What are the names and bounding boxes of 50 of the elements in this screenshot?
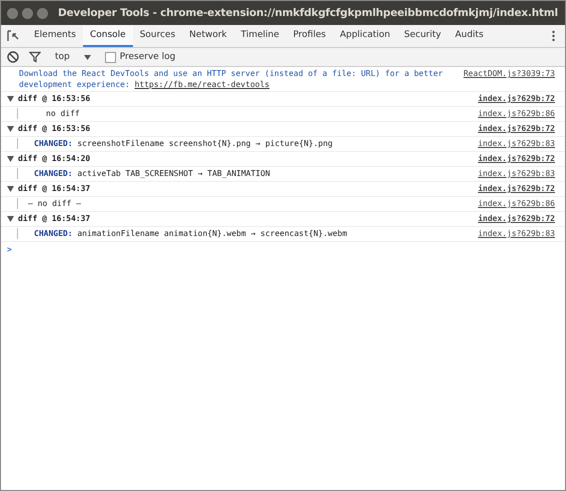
expanded-triangle-icon[interactable] bbox=[7, 155, 14, 162]
source-link[interactable]: index.js?629b:72 bbox=[478, 153, 555, 164]
expanded-triangle-icon[interactable] bbox=[7, 95, 14, 102]
console-message: CHANGED: activeTab TAB_SCREENSHOT → TAB_ANIMATION bbox=[33, 169, 270, 178]
tab[interactable]: Profiles bbox=[286, 25, 333, 47]
console-message: no diff bbox=[45, 109, 80, 118]
close-button[interactable] bbox=[7, 8, 18, 18]
source-link[interactable]: index.js?629b:83 bbox=[478, 138, 555, 149]
console-prompt[interactable]: > bbox=[7, 245, 12, 254]
console-message: CHANGED: screenshotFilename screenshot{N}.png → picture{N}.png bbox=[33, 139, 333, 148]
more-icon[interactable] bbox=[552, 30, 555, 42]
checkbox-label: Preserve log bbox=[120, 52, 176, 62]
console-message: Download the React DevTools and use an HTTP server (instead of a file: URL) for a better development experience: https://fb.me/react-devtools bbox=[18, 68, 444, 90]
source-link[interactable]: index.js?629b:86 bbox=[478, 198, 555, 209]
source-link[interactable]: ReactDOM.js?3039:73 bbox=[463, 68, 555, 79]
expanded-triangle-icon[interactable] bbox=[7, 185, 14, 192]
tab[interactable]: Network bbox=[182, 25, 234, 47]
group-title: diff @ 16:53:56 bbox=[18, 123, 90, 134]
window-title: Developer Tools - chrome-extension://nmkfdkgfcfgkpmlhpeeibbmcdofmkjmj/index.html bbox=[58, 7, 558, 19]
group-title: diff @ 16:53:56 bbox=[18, 93, 90, 104]
group-title: diff @ 16:54:20 bbox=[18, 153, 90, 164]
context-dropdown[interactable]: top bbox=[51, 52, 95, 62]
source-link[interactable]: index.js?629b:72 bbox=[478, 123, 555, 134]
group-title: diff @ 16:54:37 bbox=[18, 213, 90, 224]
preserve-log-checkbox[interactable] bbox=[104, 52, 116, 62]
tab[interactable]: Security bbox=[397, 25, 448, 47]
clear-icon[interactable] bbox=[7, 51, 19, 63]
expanded-triangle-icon[interactable] bbox=[7, 215, 14, 222]
source-link[interactable]: index.js?629b:83 bbox=[478, 228, 555, 239]
group-title: diff @ 16:54:37 bbox=[18, 183, 90, 194]
console-message: CHANGED: animationFilename animation{N}.webm → screencast{N}.webm bbox=[33, 229, 348, 238]
devtools-link[interactable]: https://fb.me/react-devtools bbox=[134, 80, 270, 89]
source-link[interactable]: index.js?629b:83 bbox=[478, 168, 555, 179]
console-message: — no diff — bbox=[27, 199, 81, 208]
filter-icon[interactable] bbox=[29, 51, 41, 63]
source-link[interactable]: index.js?629b:72 bbox=[478, 93, 555, 104]
expanded-triangle-icon[interactable] bbox=[7, 125, 14, 132]
tab[interactable]: Sources bbox=[132, 25, 182, 47]
source-link[interactable]: index.js?629b:72 bbox=[478, 213, 555, 224]
tab[interactable]: Console bbox=[82, 25, 133, 47]
tab[interactable]: Elements bbox=[27, 25, 83, 47]
tab[interactable]: Application bbox=[332, 25, 398, 47]
inspect-icon[interactable] bbox=[7, 30, 19, 42]
maximize-button[interactable] bbox=[37, 8, 48, 18]
source-link[interactable]: index.js?629b:86 bbox=[478, 108, 555, 119]
source-link[interactable]: index.js?629b:72 bbox=[478, 183, 555, 194]
minimize-button[interactable] bbox=[22, 8, 33, 18]
tab[interactable]: Audits bbox=[448, 25, 490, 47]
tab[interactable]: Timeline bbox=[234, 25, 286, 47]
caret-icon bbox=[84, 54, 91, 60]
